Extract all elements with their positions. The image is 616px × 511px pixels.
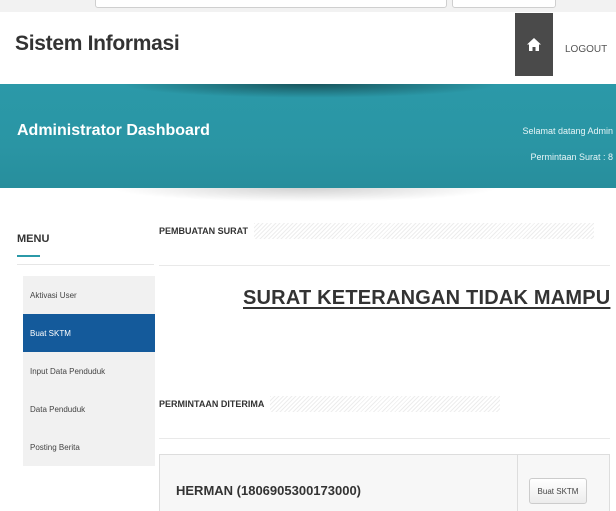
top-input-field-secondary[interactable] <box>452 0 556 8</box>
sidebar-item-buat-sktm[interactable]: Buat SKTM <box>23 314 155 352</box>
sidebar-menu: Aktivasi User Buat SKTM Input Data Pendu… <box>23 276 155 466</box>
section-header-permintaan-diterima: PERMINTAAN DITERIMA <box>159 396 610 412</box>
home-button[interactable] <box>515 13 553 76</box>
section-title: PEMBUATAN SURAT <box>159 226 254 236</box>
section-title: PERMINTAAN DITERIMA <box>159 399 271 409</box>
request-table-row: HERMAN (1806905300173000) Buat SKTM <box>159 454 610 511</box>
section-header-pembuatan-surat: PEMBUATAN SURAT <box>159 223 610 239</box>
sidebar-item-aktivasi-user[interactable]: Aktivasi User <box>23 276 155 314</box>
banner-shadow <box>120 84 500 98</box>
buat-sktm-button[interactable]: Buat SKTM <box>529 478 587 504</box>
brand-title[interactable]: Sistem Informasi <box>15 32 180 56</box>
document-title: SURAT KETERANGAN TIDAK MAMPU <box>243 287 611 309</box>
content-divider <box>159 438 610 439</box>
logout-link[interactable]: LOGOUT <box>565 44 607 55</box>
banner-title: Administrator Dashboard <box>17 122 210 139</box>
top-header: Sistem Informasi LOGOUT <box>0 12 616 82</box>
requester-name: HERMAN (1806905300173000) <box>176 483 362 498</box>
menu-title: MENU <box>17 233 50 245</box>
home-icon <box>527 38 541 51</box>
banner-bottom-shadow <box>110 188 500 202</box>
dashboard-banner: Administrator Dashboard Selamat datang A… <box>0 84 616 188</box>
browser-top-strip <box>0 0 616 12</box>
section-stripes <box>270 396 501 412</box>
request-count-text: Permintaan Surat : 8 <box>530 152 613 162</box>
section-stripes <box>254 223 594 239</box>
table-cell-divider <box>517 455 518 511</box>
sidebar-item-input-data-penduduk[interactable]: Input Data Penduduk <box>23 352 155 390</box>
sidebar-item-data-penduduk[interactable]: Data Penduduk <box>23 390 155 428</box>
menu-divider <box>17 264 154 265</box>
sidebar-item-posting-berita[interactable]: Posting Berita <box>23 428 155 466</box>
menu-title-underline <box>17 255 40 257</box>
top-input-field[interactable] <box>95 0 447 8</box>
content-divider <box>159 265 610 266</box>
welcome-text: Selamat datang Admin <box>522 126 613 136</box>
